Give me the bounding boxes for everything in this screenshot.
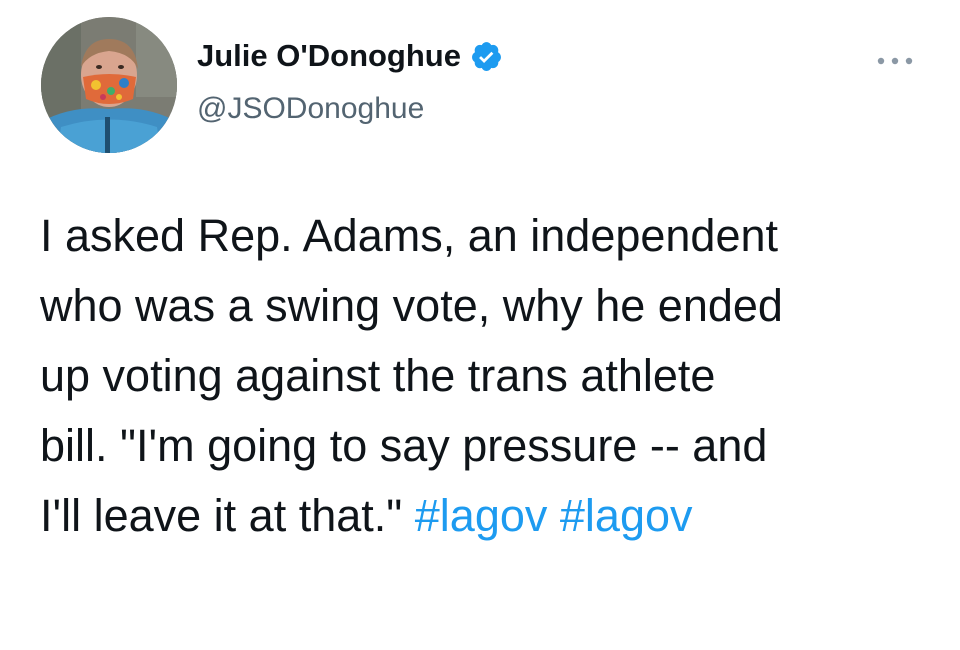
author-handle[interactable]: @JSODonoghue — [197, 90, 424, 128]
tweet-text-line: up voting against the trans athlete — [40, 350, 716, 401]
hashtag-link[interactable]: #lagov — [415, 490, 548, 541]
author-name[interactable]: Julie O'Donoghue — [197, 36, 461, 76]
more-horizontal-icon — [877, 57, 913, 65]
tweet-text-line: who was a swing vote, why he ended — [40, 280, 783, 331]
verified-badge-icon — [470, 40, 503, 73]
tweet-text: I asked Rep. Adams, an independent who w… — [40, 201, 945, 551]
tweet-text-line: I'll leave it at that." — [40, 490, 403, 541]
tweet-text-last-line: I'll leave it at that." #lagov #lagov — [40, 481, 945, 551]
avatar-photo — [41, 17, 177, 153]
tweet-text-line: I asked Rep. Adams, an independent — [40, 210, 779, 261]
hashtag-link[interactable]: #lagov — [560, 490, 693, 541]
more-options-button[interactable] — [873, 44, 917, 78]
author-name-row[interactable]: Julie O'Donoghue — [197, 36, 503, 76]
tweet-text-line: bill. "I'm going to say pressure -- and — [40, 420, 768, 471]
tweet-card: Julie O'Donoghue @JSODonoghue I asked Re… — [0, 0, 960, 650]
avatar[interactable] — [41, 17, 177, 153]
